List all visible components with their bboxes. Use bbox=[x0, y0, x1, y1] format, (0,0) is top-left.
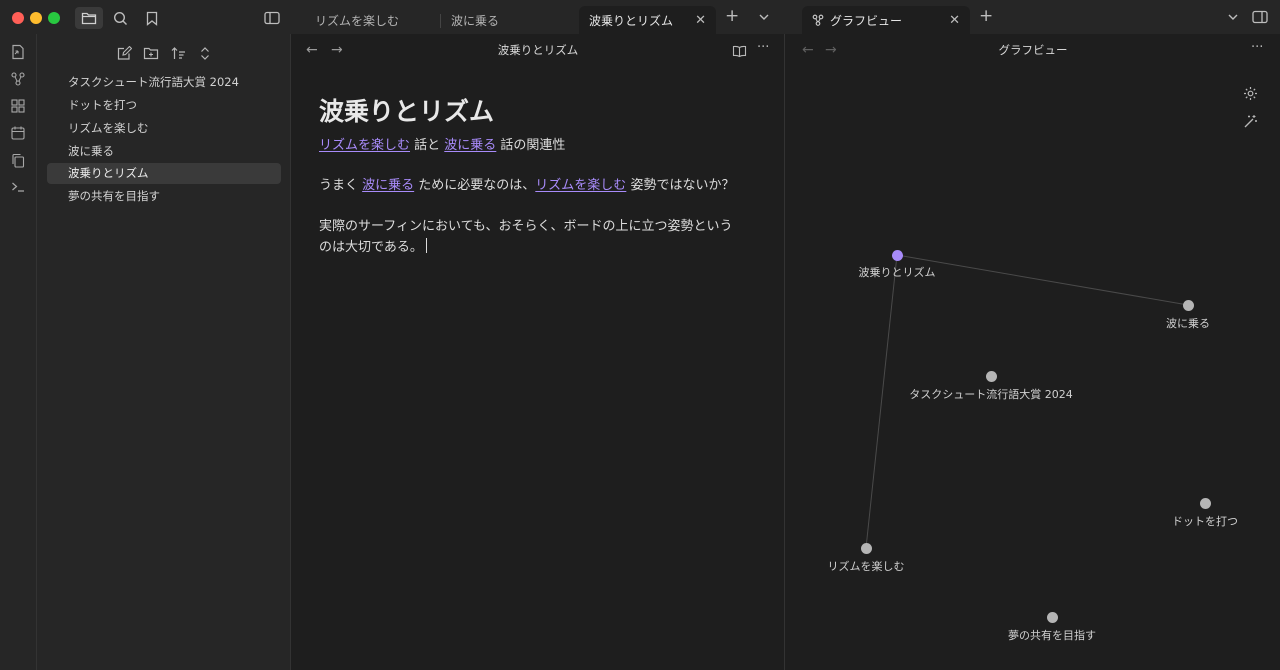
text-line: のは大切である。 bbox=[319, 240, 423, 255]
tab-rhythm[interactable]: リズムを楽しむ bbox=[305, 6, 440, 34]
paragraph-2[interactable]: うまく 波に乗る ために必要なのは、リズムを楽しむ 姿勢ではないか？ bbox=[319, 175, 734, 196]
open-quick-switcher-icon[interactable] bbox=[8, 42, 28, 62]
internal-link[interactable]: リズムを楽しむ bbox=[535, 178, 626, 193]
terminal-icon[interactable] bbox=[8, 177, 28, 197]
tab-list-chevron-icon[interactable] bbox=[1226, 9, 1240, 28]
new-tab-button[interactable]: + bbox=[725, 6, 739, 26]
folder-icon[interactable] bbox=[75, 7, 103, 29]
tab-graph-view[interactable]: グラフビュー ✕ bbox=[802, 6, 970, 34]
new-note-icon[interactable] bbox=[114, 43, 134, 63]
text-line: 実際のサーフィンにおいても、おそらく、ボードの上に立つ姿勢という bbox=[319, 219, 733, 234]
more-options-icon[interactable]: ··· bbox=[757, 40, 769, 55]
graph-node[interactable] bbox=[1047, 612, 1058, 623]
close-tab-icon[interactable]: ✕ bbox=[695, 13, 706, 28]
internal-link[interactable]: 波に乗る bbox=[362, 178, 414, 193]
graph-node-label[interactable]: タスクシュート流行語大賞 2024 bbox=[909, 386, 1073, 402]
new-folder-icon[interactable] bbox=[141, 43, 161, 63]
graph-icon[interactable] bbox=[8, 69, 28, 89]
graph-node-label[interactable]: ドットを打つ bbox=[1172, 513, 1238, 529]
close-window-button[interactable] bbox=[12, 12, 24, 24]
copy-icon[interactable] bbox=[8, 150, 28, 170]
internal-link[interactable]: リズムを楽しむ bbox=[319, 138, 410, 153]
graph-node-label[interactable]: 夢の共有を目指す bbox=[1008, 627, 1096, 643]
close-tab-icon[interactable]: ✕ bbox=[949, 13, 960, 28]
graph-edge bbox=[896, 254, 1189, 306]
graph-edges bbox=[865, 254, 1189, 549]
graph-edge bbox=[865, 254, 898, 549]
graph-tab-icon bbox=[812, 14, 824, 26]
tab-label: リズムを楽しむ bbox=[315, 13, 400, 28]
tab-list-chevron-icon[interactable] bbox=[757, 9, 771, 28]
file-item[interactable]: ドットを打つ bbox=[47, 95, 281, 116]
text: 話の関連性 bbox=[496, 138, 566, 153]
reading-view-icon[interactable] bbox=[732, 43, 747, 62]
graph-node-active[interactable] bbox=[892, 250, 903, 261]
text: 話と bbox=[410, 138, 445, 153]
editor-header-title[interactable]: 波乗りとリズム bbox=[292, 42, 784, 58]
zoom-window-button[interactable] bbox=[48, 12, 60, 24]
text: ために必要なのは、 bbox=[414, 178, 536, 193]
file-item-active[interactable]: 波乗りとリズム bbox=[47, 163, 281, 184]
search-icon[interactable] bbox=[106, 7, 134, 29]
sidebar-toggle-icon[interactable] bbox=[258, 7, 286, 29]
graph-node-label[interactable]: 波乗りとリズム bbox=[859, 264, 936, 280]
graph-node[interactable] bbox=[1200, 498, 1211, 509]
graph-node[interactable] bbox=[986, 371, 997, 382]
note-title[interactable]: 波乗りとリズム bbox=[319, 92, 494, 128]
text: うまく bbox=[319, 178, 363, 193]
graph-node-label[interactable]: リズムを楽しむ bbox=[828, 558, 905, 574]
file-item[interactable]: 波に乗る bbox=[47, 141, 281, 162]
right-sidebar-toggle-icon[interactable] bbox=[1252, 9, 1268, 28]
minimize-window-button[interactable] bbox=[30, 12, 42, 24]
new-tab-button[interactable]: + bbox=[979, 6, 993, 26]
calendar-icon[interactable] bbox=[8, 123, 28, 143]
file-item[interactable]: 夢の共有を目指す bbox=[47, 186, 281, 207]
tab-label: 波乗りとリズム bbox=[589, 13, 674, 28]
tab-label: グラフビュー bbox=[830, 13, 903, 28]
text: 姿勢ではないか？ bbox=[626, 178, 735, 193]
sort-icon[interactable] bbox=[168, 43, 188, 63]
canvas-icon[interactable] bbox=[8, 96, 28, 116]
tab-wave[interactable]: 波に乗る bbox=[441, 6, 576, 34]
graph-node[interactable] bbox=[1183, 300, 1194, 311]
bookmark-icon[interactable] bbox=[138, 7, 166, 29]
collapse-icon[interactable] bbox=[195, 43, 215, 63]
paragraph-3[interactable]: 実際のサーフィンにおいても、おそらく、ボードの上に立つ姿勢という のは大切である… bbox=[319, 216, 733, 258]
file-item[interactable]: タスクシュート流行語大賞 2024 bbox=[47, 72, 281, 93]
editor-pane: ← → 波乗りとリズム ··· 波乗りとリズム リズムを楽しむ 話と 波に乗る … bbox=[292, 34, 785, 670]
paragraph-1[interactable]: リズムを楽しむ 話と 波に乗る 話の関連性 bbox=[319, 135, 565, 156]
ribbon bbox=[0, 34, 37, 670]
tab-surfing-rhythm[interactable]: 波乗りとリズム ✕ bbox=[579, 6, 716, 34]
graph-view-pane: ← → グラフビュー ··· 波乗りとリズム 波に乗る タスクシュート流行語大賞… bbox=[786, 34, 1280, 670]
graph-node[interactable] bbox=[861, 543, 872, 554]
file-explorer: タスクシュート流行語大賞 2024 ドットを打つ リズムを楽しむ 波に乗る 波乗… bbox=[37, 34, 291, 670]
title-bar: リズムを楽しむ 波に乗る 波乗りとリズム ✕ + グラフビュー ✕ + bbox=[0, 0, 1280, 34]
graph-node-label[interactable]: 波に乗る bbox=[1166, 315, 1210, 331]
file-item[interactable]: リズムを楽しむ bbox=[47, 118, 281, 139]
tab-label: 波に乗る bbox=[451, 13, 500, 28]
internal-link[interactable]: 波に乗る bbox=[444, 138, 496, 153]
text-cursor bbox=[425, 238, 427, 253]
